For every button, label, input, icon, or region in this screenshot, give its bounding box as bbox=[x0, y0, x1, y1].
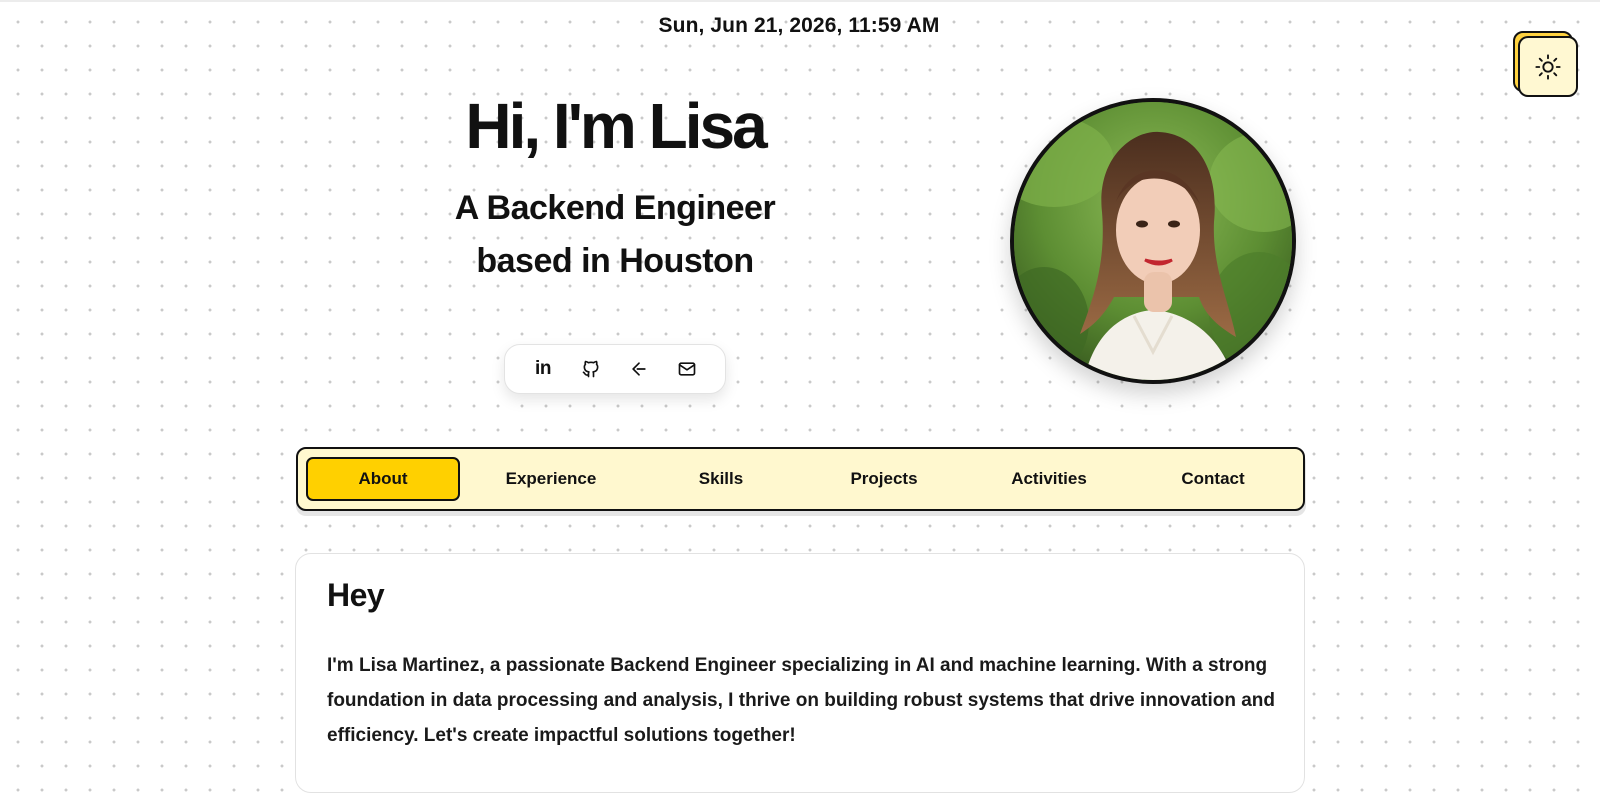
tab-contact[interactable]: Contact bbox=[1132, 457, 1294, 501]
profile-photo bbox=[1010, 98, 1296, 384]
tab-experience[interactable]: Experience bbox=[466, 457, 636, 501]
github-link[interactable] bbox=[573, 351, 609, 387]
mail-icon bbox=[678, 362, 696, 376]
sun-icon bbox=[1535, 53, 1561, 80]
profile-photo-image bbox=[1014, 102, 1292, 380]
hero-subtitle: A Backend Engineer based in Houston bbox=[370, 182, 860, 288]
theme-toggle-button[interactable] bbox=[1512, 30, 1578, 97]
section-nav: About Experience Skills Projects Activit… bbox=[296, 447, 1305, 511]
about-body: I'm Lisa Martinez, a passionate Backend … bbox=[327, 655, 1276, 746]
tab-about[interactable]: About bbox=[306, 457, 460, 501]
social-links-bar: in bbox=[504, 344, 726, 394]
current-datetime: Sun, Jun 21, 2026, 11:59 AM bbox=[658, 14, 940, 37]
hero-title: Hi, I'm Lisa bbox=[465, 90, 767, 162]
tab-projects[interactable]: Projects bbox=[803, 457, 965, 501]
tab-activities[interactable]: Activities bbox=[968, 457, 1130, 501]
code-icon bbox=[632, 362, 646, 376]
hero-subtitle-line-2: based in Houston bbox=[476, 242, 754, 280]
github-icon bbox=[582, 360, 599, 378]
theme-toggle-face bbox=[1518, 36, 1578, 97]
hero-subtitle-line-1: A Backend Engineer bbox=[454, 189, 776, 227]
email-link[interactable] bbox=[669, 351, 705, 387]
about-heading: Hey bbox=[327, 577, 385, 613]
code-link[interactable] bbox=[621, 351, 657, 387]
linkedin-link[interactable]: in bbox=[525, 351, 561, 387]
linkedin-icon: in bbox=[535, 358, 551, 379]
top-rule bbox=[0, 0, 1600, 2]
tab-skills[interactable]: Skills bbox=[641, 457, 801, 501]
about-card: Hey I'm Lisa Martinez, a passionate Back… bbox=[295, 553, 1305, 793]
